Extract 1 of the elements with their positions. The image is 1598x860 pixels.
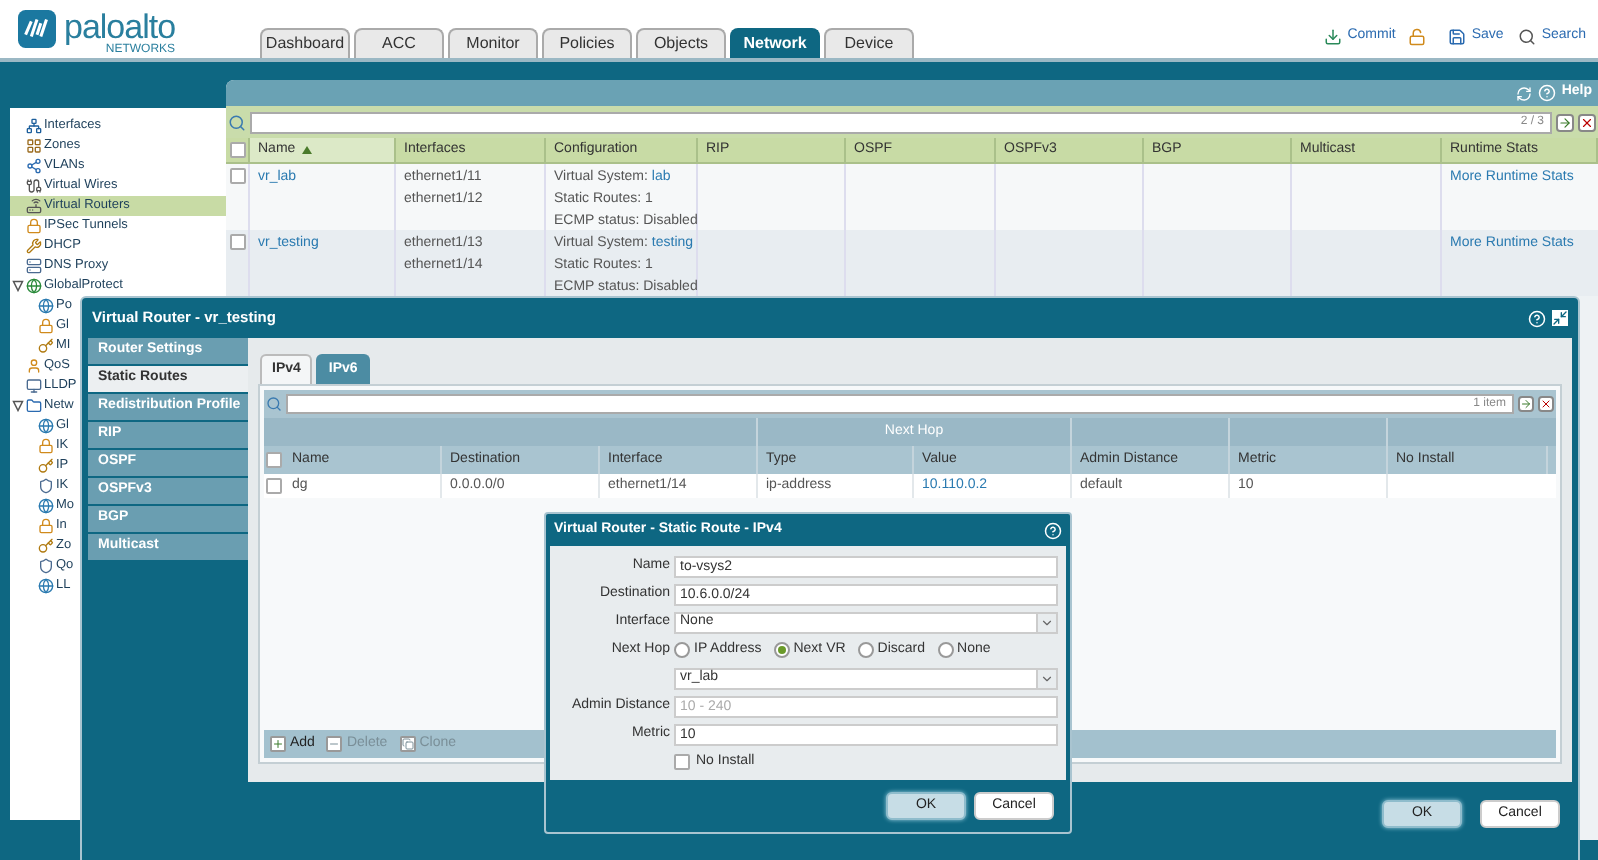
logo-text: paloalto xyxy=(64,10,176,44)
